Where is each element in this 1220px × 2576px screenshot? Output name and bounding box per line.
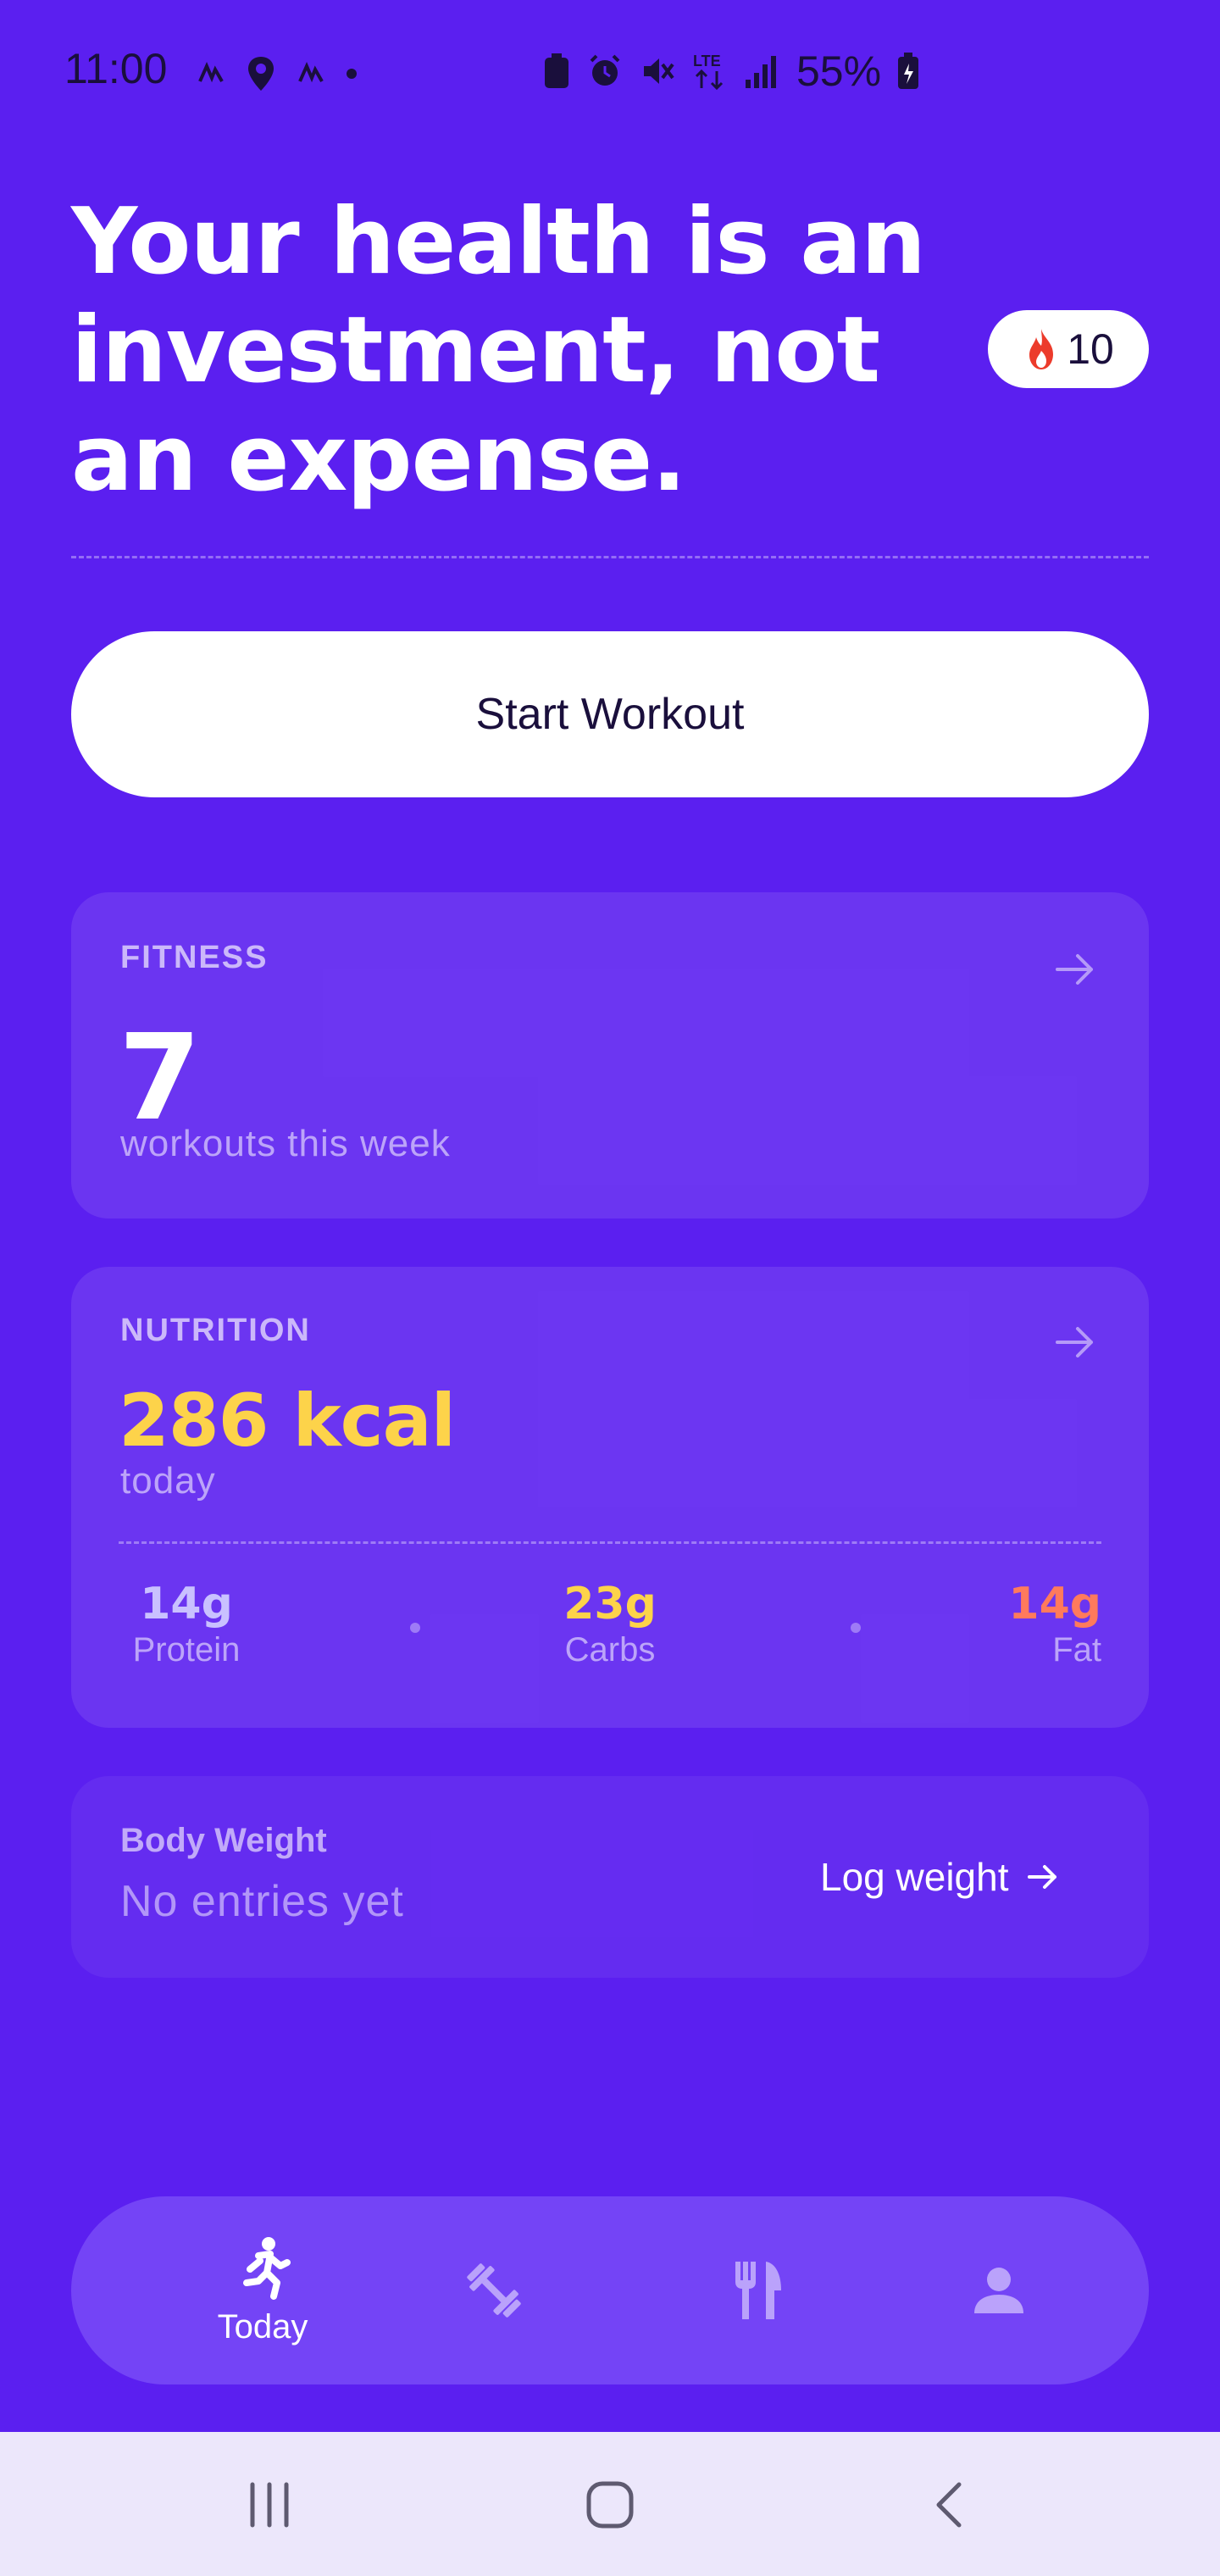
body-weight-title: Body Weight bbox=[120, 1822, 327, 1859]
macro-label: Fat bbox=[1052, 1631, 1101, 1668]
activity-icon bbox=[198, 62, 224, 83]
person-icon bbox=[974, 2268, 1023, 2313]
fitness-label: FITNESS bbox=[120, 940, 269, 975]
nav-item-nutrition[interactable] bbox=[695, 2196, 822, 2384]
macro-value: 14g bbox=[140, 1579, 233, 1629]
nav-item-workouts[interactable] bbox=[430, 2196, 557, 2384]
start-workout-button[interactable]: Start Workout bbox=[71, 631, 1149, 797]
running-icon bbox=[243, 2236, 291, 2300]
back-icon[interactable] bbox=[929, 2479, 971, 2530]
nav-item-profile[interactable] bbox=[935, 2196, 1062, 2384]
macro-separator bbox=[410, 1623, 420, 1633]
signal-icon bbox=[746, 56, 776, 88]
nutrition-card[interactable]: NUTRITION 286 kcal today 14g Protein 23g… bbox=[71, 1267, 1149, 1728]
arrow-right-icon bbox=[1056, 1327, 1093, 1357]
battery-percent: 55% bbox=[796, 47, 882, 95]
fork-knife-icon bbox=[735, 2262, 781, 2319]
streak-count: 10 bbox=[1067, 325, 1114, 373]
status-system-icons: LTE 55% bbox=[542, 46, 920, 97]
nutrition-divider bbox=[119, 1541, 1101, 1544]
macro-value: 14g bbox=[1008, 1579, 1101, 1629]
macro-fat: 14g Fat bbox=[952, 1579, 1101, 1669]
battery-saver-icon bbox=[545, 53, 568, 88]
dumbbell-icon bbox=[467, 2263, 521, 2318]
macro-carbs: 23g Carbs bbox=[535, 1579, 685, 1669]
nutrition-caption: today bbox=[120, 1460, 216, 1502]
nutrition-kcal: 286 kcal bbox=[119, 1379, 456, 1463]
header-divider bbox=[71, 556, 1149, 558]
macro-label: Protein bbox=[132, 1631, 241, 1668]
system-navigation-bar bbox=[0, 2432, 1220, 2576]
status-notification-icons bbox=[197, 53, 358, 95]
activity-icon bbox=[298, 62, 324, 83]
location-icon bbox=[248, 57, 274, 91]
arrow-right-icon bbox=[1027, 1865, 1056, 1889]
more-notifications-icon bbox=[347, 69, 357, 79]
alarm-icon bbox=[590, 54, 620, 86]
macro-protein: 14g Protein bbox=[119, 1579, 254, 1669]
streak-badge[interactable]: 10 bbox=[988, 310, 1149, 388]
log-weight-button[interactable]: Log weight bbox=[820, 1854, 1062, 1900]
status-time: 11:00 bbox=[64, 45, 168, 92]
macro-separator bbox=[851, 1623, 861, 1633]
body-weight-card[interactable]: Body Weight No entries yet Log weight bbox=[71, 1776, 1149, 1978]
battery-icon bbox=[898, 53, 919, 89]
lte-icon: LTE bbox=[693, 53, 724, 91]
body-weight-status: No entries yet bbox=[120, 1877, 404, 1926]
fitness-caption: workouts this week bbox=[120, 1123, 451, 1164]
nav-item-today[interactable]: Today bbox=[169, 2196, 356, 2384]
svg-text:LTE: LTE bbox=[693, 53, 721, 69]
recent-apps-icon[interactable] bbox=[244, 2481, 295, 2529]
home-icon[interactable] bbox=[585, 2479, 635, 2530]
nav-label-today: Today bbox=[217, 2307, 308, 2346]
log-weight-label: Log weight bbox=[820, 1855, 1009, 1899]
arrow-right-icon bbox=[1056, 954, 1093, 985]
mute-icon bbox=[644, 58, 674, 84]
flame-icon bbox=[1029, 329, 1054, 369]
status-bar: 11:00 LTE 55% bbox=[0, 0, 1220, 144]
fitness-card[interactable]: FITNESS 7 workouts this week bbox=[71, 892, 1149, 1219]
nutrition-label: NUTRITION bbox=[120, 1313, 311, 1348]
macro-label: Carbs bbox=[564, 1631, 656, 1668]
bottom-nav: Today bbox=[71, 2196, 1149, 2384]
macro-value: 23g bbox=[563, 1579, 657, 1629]
fitness-workout-count: 7 bbox=[119, 1009, 202, 1147]
page-headline: Your health is an investment, not an exp… bbox=[71, 189, 926, 512]
